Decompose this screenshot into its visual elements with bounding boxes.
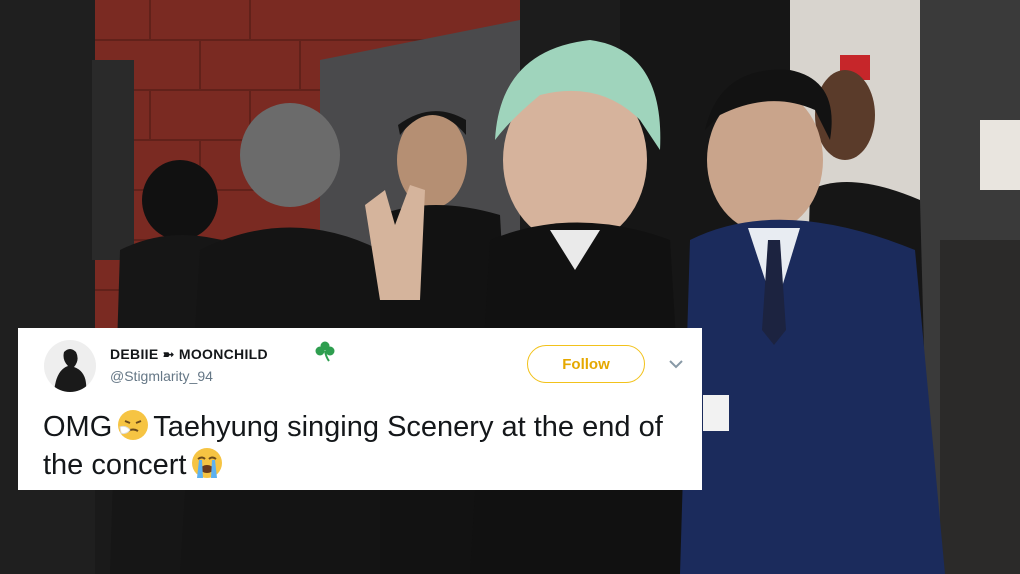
shamrock-icon xyxy=(315,341,335,362)
sneezing-face-icon xyxy=(118,410,149,440)
avatar[interactable] xyxy=(44,340,96,392)
tweet-text-start: OMG xyxy=(43,411,113,443)
display-name[interactable]: DEBIIE ➼ MOONCHILD xyxy=(110,346,268,363)
chevron-down-icon[interactable] xyxy=(669,359,683,369)
tweet-text: OMG Taehyung singing Scenery at the end … xyxy=(43,408,673,484)
tweet-card: DEBIIE ➼ MOONCHILD @Stigmlarity_94 Follo… xyxy=(18,328,702,490)
loudly-crying-face-icon xyxy=(192,448,223,478)
follow-button[interactable]: Follow xyxy=(527,345,645,383)
handle[interactable]: @Stigmlarity_94 xyxy=(110,368,213,384)
